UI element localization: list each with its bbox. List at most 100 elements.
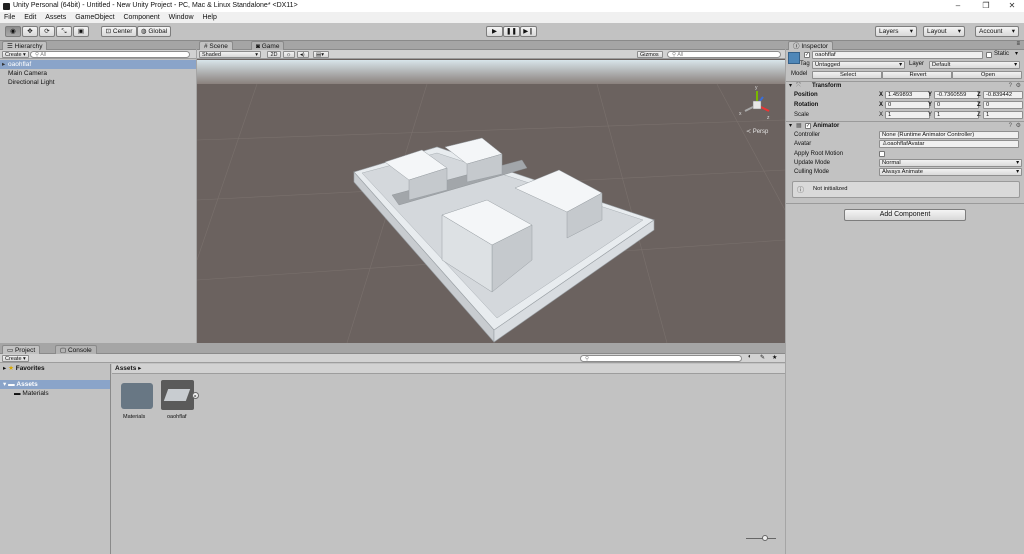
update-mode-row: Update Mode Normal ▾ xyxy=(786,159,1024,168)
shading-mode-dropdown[interactable]: Shaded ▾ xyxy=(199,51,261,58)
scale-tool-button[interactable]: ⤡ xyxy=(56,26,72,37)
filter-label-icon[interactable]: ✎ xyxy=(760,354,765,361)
scale-y-field[interactable]: 1 xyxy=(934,111,979,119)
help-icon[interactable]: ? xyxy=(1009,122,1012,131)
menu-window[interactable]: Window xyxy=(166,12,197,23)
controller-field[interactable]: None (Runtime Animator Controller) xyxy=(879,131,1019,139)
tab-inspector[interactable]: ⓘ Inspector xyxy=(788,41,834,50)
scale-x-field[interactable]: 1 xyxy=(885,111,930,119)
static-dropdown[interactable]: ▾ xyxy=(1015,50,1018,57)
gizmos-dropdown[interactable]: Gizmos ▾ xyxy=(637,51,663,65)
filter-type-icon[interactable]: ◐ xyxy=(748,354,752,360)
layout-dropdown[interactable]: Layout ▾ xyxy=(923,26,965,37)
projection-label[interactable]: ≺ Persp xyxy=(746,129,769,135)
step-button[interactable]: ▶❙ xyxy=(520,26,537,37)
rotation-y-field[interactable]: 0 xyxy=(934,101,979,109)
close-button[interactable]: ✕ xyxy=(1000,0,1024,12)
gear-icon[interactable]: ⚙ xyxy=(1016,122,1021,131)
move-tool-button[interactable]: ✥ xyxy=(22,26,38,37)
inspector-tabstrip: ⓘ Inspector ≡ xyxy=(786,41,1024,50)
scene-audio-toggle[interactable]: ◂) xyxy=(297,51,309,58)
position-x-field[interactable]: 1.459893 xyxy=(885,91,930,99)
hierarchy-item-directional-light[interactable]: Directional Light xyxy=(0,78,196,87)
scene-lighting-toggle[interactable]: ☼ xyxy=(283,51,295,58)
update-mode-dropdown[interactable]: Normal ▾ xyxy=(879,159,1022,167)
breadcrumb-assets[interactable]: Assets xyxy=(115,365,136,372)
position-z-field[interactable]: -0.839442 xyxy=(983,91,1023,99)
menu-edit[interactable]: Edit xyxy=(21,12,39,23)
hierarchy-item-main-camera[interactable]: Main Camera xyxy=(0,69,196,78)
tree-favorites[interactable]: ▸ ★ Favorites xyxy=(0,364,110,373)
scale-z-field[interactable]: 1 xyxy=(983,111,1023,119)
menu-help[interactable]: Help xyxy=(199,12,219,23)
tab-project[interactable]: ▭ Project xyxy=(2,345,41,354)
search-icon: ⚲ xyxy=(672,52,677,58)
play-button[interactable]: ▶ xyxy=(486,26,503,37)
static-checkbox[interactable] xyxy=(986,52,992,58)
help-icon[interactable]: ? xyxy=(1009,82,1012,91)
rotation-x-field[interactable]: 0 xyxy=(885,101,930,109)
project-search-input[interactable]: ⚲ xyxy=(580,355,742,362)
pivot-center-button[interactable]: ⊡ Center xyxy=(101,26,137,37)
menu-bar: File Edit Assets GameObject Component Wi… xyxy=(0,12,1024,23)
expand-arrow-icon: ▾ xyxy=(3,381,7,388)
hand-tool-button[interactable]: ◉ xyxy=(5,26,21,37)
panel-menu-icon[interactable]: ≡ xyxy=(1016,41,1020,47)
gear-icon[interactable]: ⚙ xyxy=(1016,82,1021,91)
controller-label: Controller xyxy=(794,132,821,138)
menu-file[interactable]: File xyxy=(1,12,18,23)
model-select-button[interactable]: Select xyxy=(812,71,882,79)
model-open-button[interactable]: Open xyxy=(952,71,1022,79)
model-thumbnail-icon[interactable] xyxy=(161,380,194,410)
pivot-global-button[interactable]: ◍ Global xyxy=(137,26,171,37)
zoom-slider-track[interactable] xyxy=(746,538,776,539)
rotation-z-field[interactable]: 0 xyxy=(983,101,1023,109)
hierarchy-create-button[interactable]: Create ▾ xyxy=(2,51,29,58)
project-create-button[interactable]: Create ▾ xyxy=(2,355,29,362)
star-icon: ★ xyxy=(8,365,14,372)
menu-assets[interactable]: Assets xyxy=(42,12,69,23)
animator-enabled-checkbox[interactable]: ✓ xyxy=(805,123,811,129)
2d-toggle-button[interactable]: 2D xyxy=(267,51,281,58)
asset-oaohflaf-label: oaohflaf xyxy=(167,414,187,420)
avatar-field[interactable]: ♙oaohflafAvatar xyxy=(879,140,1019,148)
apply-root-motion-checkbox[interactable] xyxy=(879,151,885,157)
skybox-horizon xyxy=(197,60,785,84)
tag-dropdown[interactable]: Untagged ▾ xyxy=(812,61,905,69)
position-y-field[interactable]: -0.7360559 xyxy=(934,91,979,99)
add-component-button[interactable]: Add Component xyxy=(844,209,966,221)
tree-materials[interactable]: ▬ Materials xyxy=(0,389,110,398)
account-dropdown[interactable]: Account ▾ xyxy=(975,26,1019,37)
object-name-field[interactable]: oaohflaf xyxy=(812,51,983,59)
scene-search-input[interactable]: ⚲ All xyxy=(667,51,781,58)
expand-model-icon[interactable]: ▸ xyxy=(192,392,199,399)
animator-header[interactable]: ▾ ▦ ✓ Animator ? ⚙ xyxy=(786,122,1024,131)
menu-gameobject[interactable]: GameObject xyxy=(72,12,117,23)
rect-tool-button[interactable]: ▣ xyxy=(73,26,89,37)
tab-console[interactable]: ▢ Console xyxy=(55,345,97,354)
tab-scene[interactable]: # Scene xyxy=(199,41,233,50)
tree-assets[interactable]: ▾ ▬ Assets xyxy=(0,380,110,389)
minimize-button[interactable]: – xyxy=(946,0,970,12)
transform-header[interactable]: ▾ ⤧ Transform ? ⚙ xyxy=(786,82,1024,91)
scene-panel: # Scene ◙ Game Shaded ▾ 2D ☼ ◂) ▤▾ Gizmos… xyxy=(197,41,785,343)
hierarchy-search-input[interactable]: ⚲ All xyxy=(30,51,190,58)
layers-dropdown[interactable]: Layers ▾ xyxy=(875,26,917,37)
scene-effects-dropdown[interactable]: ▤▾ xyxy=(313,51,329,58)
tab-game[interactable]: ◙ Game xyxy=(251,41,285,50)
maximize-button[interactable]: ❐ xyxy=(974,0,998,12)
menu-component[interactable]: Component xyxy=(120,12,162,23)
pause-button[interactable]: ❚❚ xyxy=(503,26,520,37)
hierarchy-item-oaohflaf[interactable]: ▸ oaohflaf xyxy=(0,60,196,69)
layer-dropdown[interactable]: Default ▾ xyxy=(929,61,1020,69)
favorite-star-icon[interactable]: ★ xyxy=(772,354,777,361)
culling-mode-dropdown[interactable]: Always Animate ▾ xyxy=(879,168,1022,176)
scene-viewport[interactable]: y x z ≺ Persp xyxy=(197,60,785,343)
materials-folder-icon[interactable] xyxy=(121,383,153,409)
model-revert-button[interactable]: Revert xyxy=(882,71,952,79)
tab-hierarchy[interactable]: ☰ Hierarchy xyxy=(2,41,48,50)
project-statusbar xyxy=(112,535,785,543)
rotate-tool-button[interactable]: ⟳ xyxy=(39,26,55,37)
active-checkbox[interactable]: ✓ xyxy=(804,52,810,58)
zoom-slider-handle[interactable] xyxy=(762,535,768,541)
